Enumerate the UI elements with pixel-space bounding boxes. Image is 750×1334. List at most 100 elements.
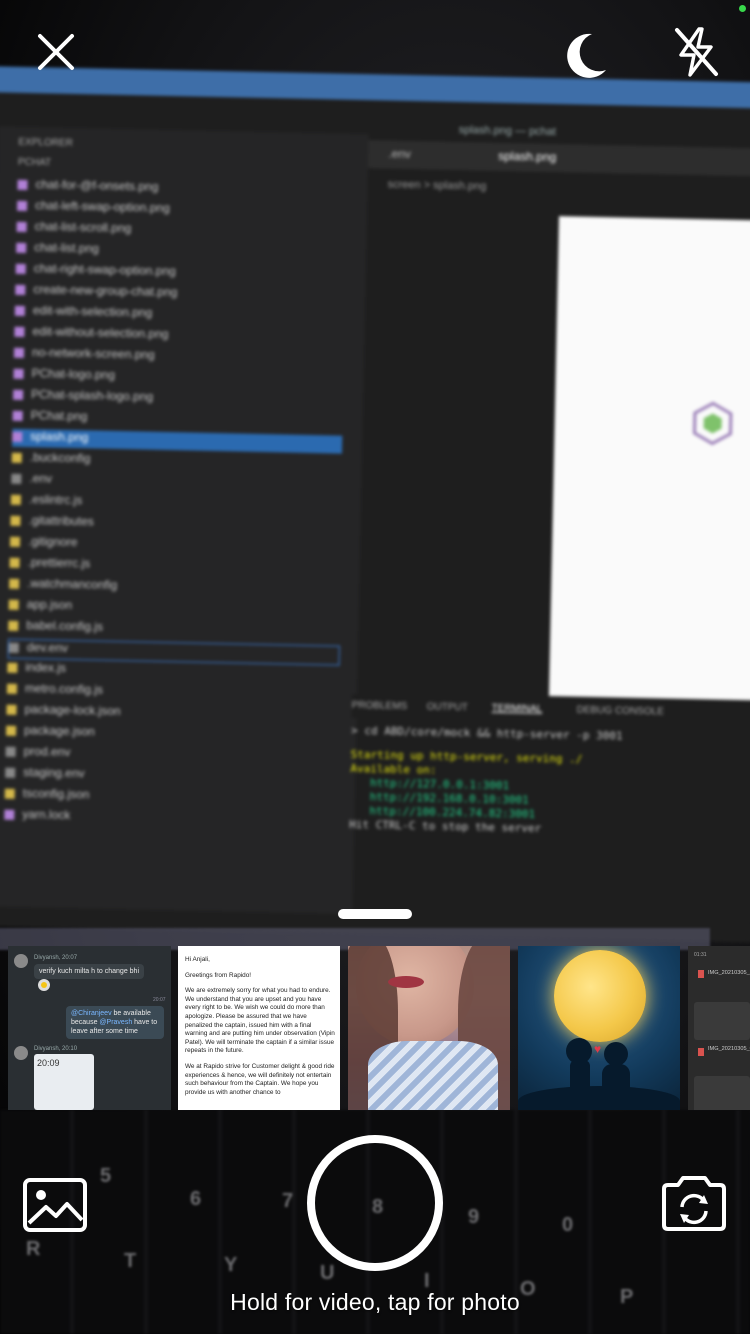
file-icon bbox=[9, 557, 20, 568]
file-name: index.js bbox=[25, 660, 67, 675]
photo-shirt bbox=[368, 1041, 498, 1110]
file-icon bbox=[8, 642, 19, 653]
file-icon bbox=[8, 620, 19, 631]
file-icon bbox=[11, 473, 22, 484]
file-name: edit-without-selection.png bbox=[32, 324, 169, 342]
file-name: edit-with-selection.png bbox=[32, 303, 153, 320]
mention: @Pravesh bbox=[99, 1019, 133, 1026]
background-laptop-screen: splash.png — pchat EXPLORER PCHAT chat-f… bbox=[0, 66, 750, 943]
file-icon bbox=[8, 599, 19, 610]
explorer-label: EXPLORER bbox=[18, 136, 73, 149]
explorer-file-item: PChat.png bbox=[12, 408, 88, 428]
file-name: .gitattributes bbox=[28, 513, 95, 529]
file-icon bbox=[15, 263, 26, 274]
tab-env: .env bbox=[388, 146, 412, 162]
camera-viewfinder[interactable]: splash.png — pchat EXPLORER PCHAT chat-f… bbox=[0, 0, 750, 1334]
flash-off-icon bbox=[675, 27, 718, 77]
file-icon bbox=[9, 578, 20, 589]
explorer-file-item: .watchmanconfig bbox=[9, 576, 117, 596]
image-file-icon bbox=[698, 1048, 704, 1056]
image-preview bbox=[548, 216, 750, 701]
file-icon bbox=[4, 788, 15, 799]
file-name: .eslintrc.js bbox=[28, 492, 83, 508]
explorer-file-item: chat-left-swap-option.png bbox=[16, 198, 170, 219]
gallery-thumbnail-files[interactable]: 01:31 IMG_20210305_203220... IMG_2021030… bbox=[688, 946, 750, 1110]
explorer-file-item: app.json bbox=[8, 597, 73, 616]
flash-toggle-button[interactable] bbox=[666, 22, 726, 82]
moon-image bbox=[554, 950, 646, 1042]
heart-icon: ♥ bbox=[594, 1042, 602, 1056]
email-greeting: Hi Anjali, bbox=[185, 956, 210, 963]
terminal-output: > cd ABD/core/mock && http-server -p 300… bbox=[349, 724, 750, 841]
image-placeholder-icon bbox=[694, 1002, 750, 1040]
explorer-file-item: edit-with-selection.png bbox=[14, 303, 153, 324]
file-icon bbox=[14, 305, 25, 316]
boy-silhouette bbox=[570, 1060, 590, 1096]
file-name: PChat-logo.png bbox=[31, 366, 116, 382]
file-icon bbox=[13, 347, 25, 358]
gallery-thumbnail-illustration[interactable]: ♥ bbox=[518, 946, 680, 1110]
attachment-time: 20:09 bbox=[37, 1058, 60, 1068]
file-time: 01:31 bbox=[694, 952, 707, 958]
explorer-file-item: chat-list.png bbox=[16, 240, 99, 260]
email-line: Greetings from Rapido! bbox=[185, 971, 252, 979]
explorer-file-item: metro.config.js bbox=[6, 681, 104, 701]
editor-tabs: .env splash.png bbox=[367, 140, 750, 177]
file-name: .env bbox=[29, 471, 53, 486]
flip-camera-button[interactable] bbox=[658, 1173, 730, 1233]
open-gallery-button[interactable] bbox=[22, 1177, 88, 1233]
keyboard-key: 5 bbox=[100, 1165, 112, 1187]
keyboard-key: 6 bbox=[190, 1188, 202, 1210]
photo-lips bbox=[388, 976, 424, 988]
recent-gallery-strip[interactable]: Divyansh, 20:07 verify kuch milta h to c… bbox=[0, 946, 750, 1111]
shutter-button[interactable] bbox=[307, 1135, 443, 1271]
file-icon bbox=[6, 683, 18, 694]
file-icon bbox=[14, 326, 25, 337]
file-name: yarn.lock bbox=[22, 807, 71, 823]
gallery-thumbnail-email[interactable]: Hi Anjali, Greetings from Rapido! We are… bbox=[178, 946, 340, 1110]
file-name: babel.config.js bbox=[26, 618, 104, 634]
keyboard-key: 0 bbox=[562, 1214, 574, 1236]
keyboard-key: R bbox=[26, 1238, 41, 1260]
explorer-file-item: .prettierrc.js bbox=[9, 555, 90, 575]
file-icon bbox=[10, 515, 21, 526]
file-name: prod.env bbox=[23, 744, 71, 760]
file-name: IMG_20210305_044109... bbox=[708, 1046, 750, 1052]
chat-sender: Divyansh, 20:10 bbox=[34, 1046, 78, 1052]
gallery-thumbnail-photo[interactable] bbox=[348, 946, 510, 1110]
explorer-file-item: .gitattributes bbox=[10, 513, 94, 533]
explorer-file-item: package.json bbox=[5, 723, 95, 743]
explorer-file-item: chat-for-@f-onsets.png bbox=[17, 177, 159, 198]
file-name: staging.env bbox=[23, 765, 85, 781]
file-name: dev.env bbox=[26, 640, 69, 655]
window-titlebar bbox=[0, 66, 750, 109]
message-time: 20:07 bbox=[153, 997, 166, 1003]
explorer-file-item: PChat-splash-logo.png bbox=[13, 387, 153, 408]
file-name: chat-list-scroll.png bbox=[34, 219, 132, 236]
gallery-drag-handle[interactable] bbox=[338, 909, 412, 919]
file-icon bbox=[9, 536, 21, 547]
file-name: package.json bbox=[23, 723, 95, 739]
gallery-thumbnail-chat[interactable]: Divyansh, 20:07 verify kuch milta h to c… bbox=[8, 946, 171, 1110]
explorer-file-item: chat-right-swap-option.png bbox=[15, 261, 176, 282]
mention: @Chiranjeev bbox=[71, 1010, 112, 1017]
explorer-file-item: no-network-screen.png bbox=[13, 345, 155, 366]
chat-image-attachment: 20:09 bbox=[34, 1054, 94, 1110]
image-placeholder-icon bbox=[694, 1076, 750, 1110]
close-button[interactable] bbox=[26, 22, 86, 82]
reaction-emoji-icon bbox=[38, 979, 50, 991]
chat-message: verify kuch milta h to change bhi bbox=[34, 964, 144, 979]
file-icon bbox=[12, 410, 23, 421]
explorer-file-item: .eslintrc.js bbox=[10, 492, 83, 511]
file-name: app.json bbox=[26, 597, 73, 613]
file-name: PChat-splash-logo.png bbox=[30, 387, 154, 404]
file-name: .gitignore bbox=[27, 534, 78, 550]
file-name: IMG_20210305_203220... bbox=[708, 970, 750, 976]
file-name: metro.config.js bbox=[24, 681, 104, 697]
night-mode-button[interactable] bbox=[556, 24, 616, 84]
explorer-file-item: .gitignore bbox=[9, 534, 78, 553]
file-icon bbox=[4, 809, 15, 820]
explorer-file-item: yarn.lock bbox=[4, 807, 71, 826]
file-name: PChat.png bbox=[30, 408, 88, 424]
explorer-file-item: staging.env bbox=[5, 765, 85, 785]
